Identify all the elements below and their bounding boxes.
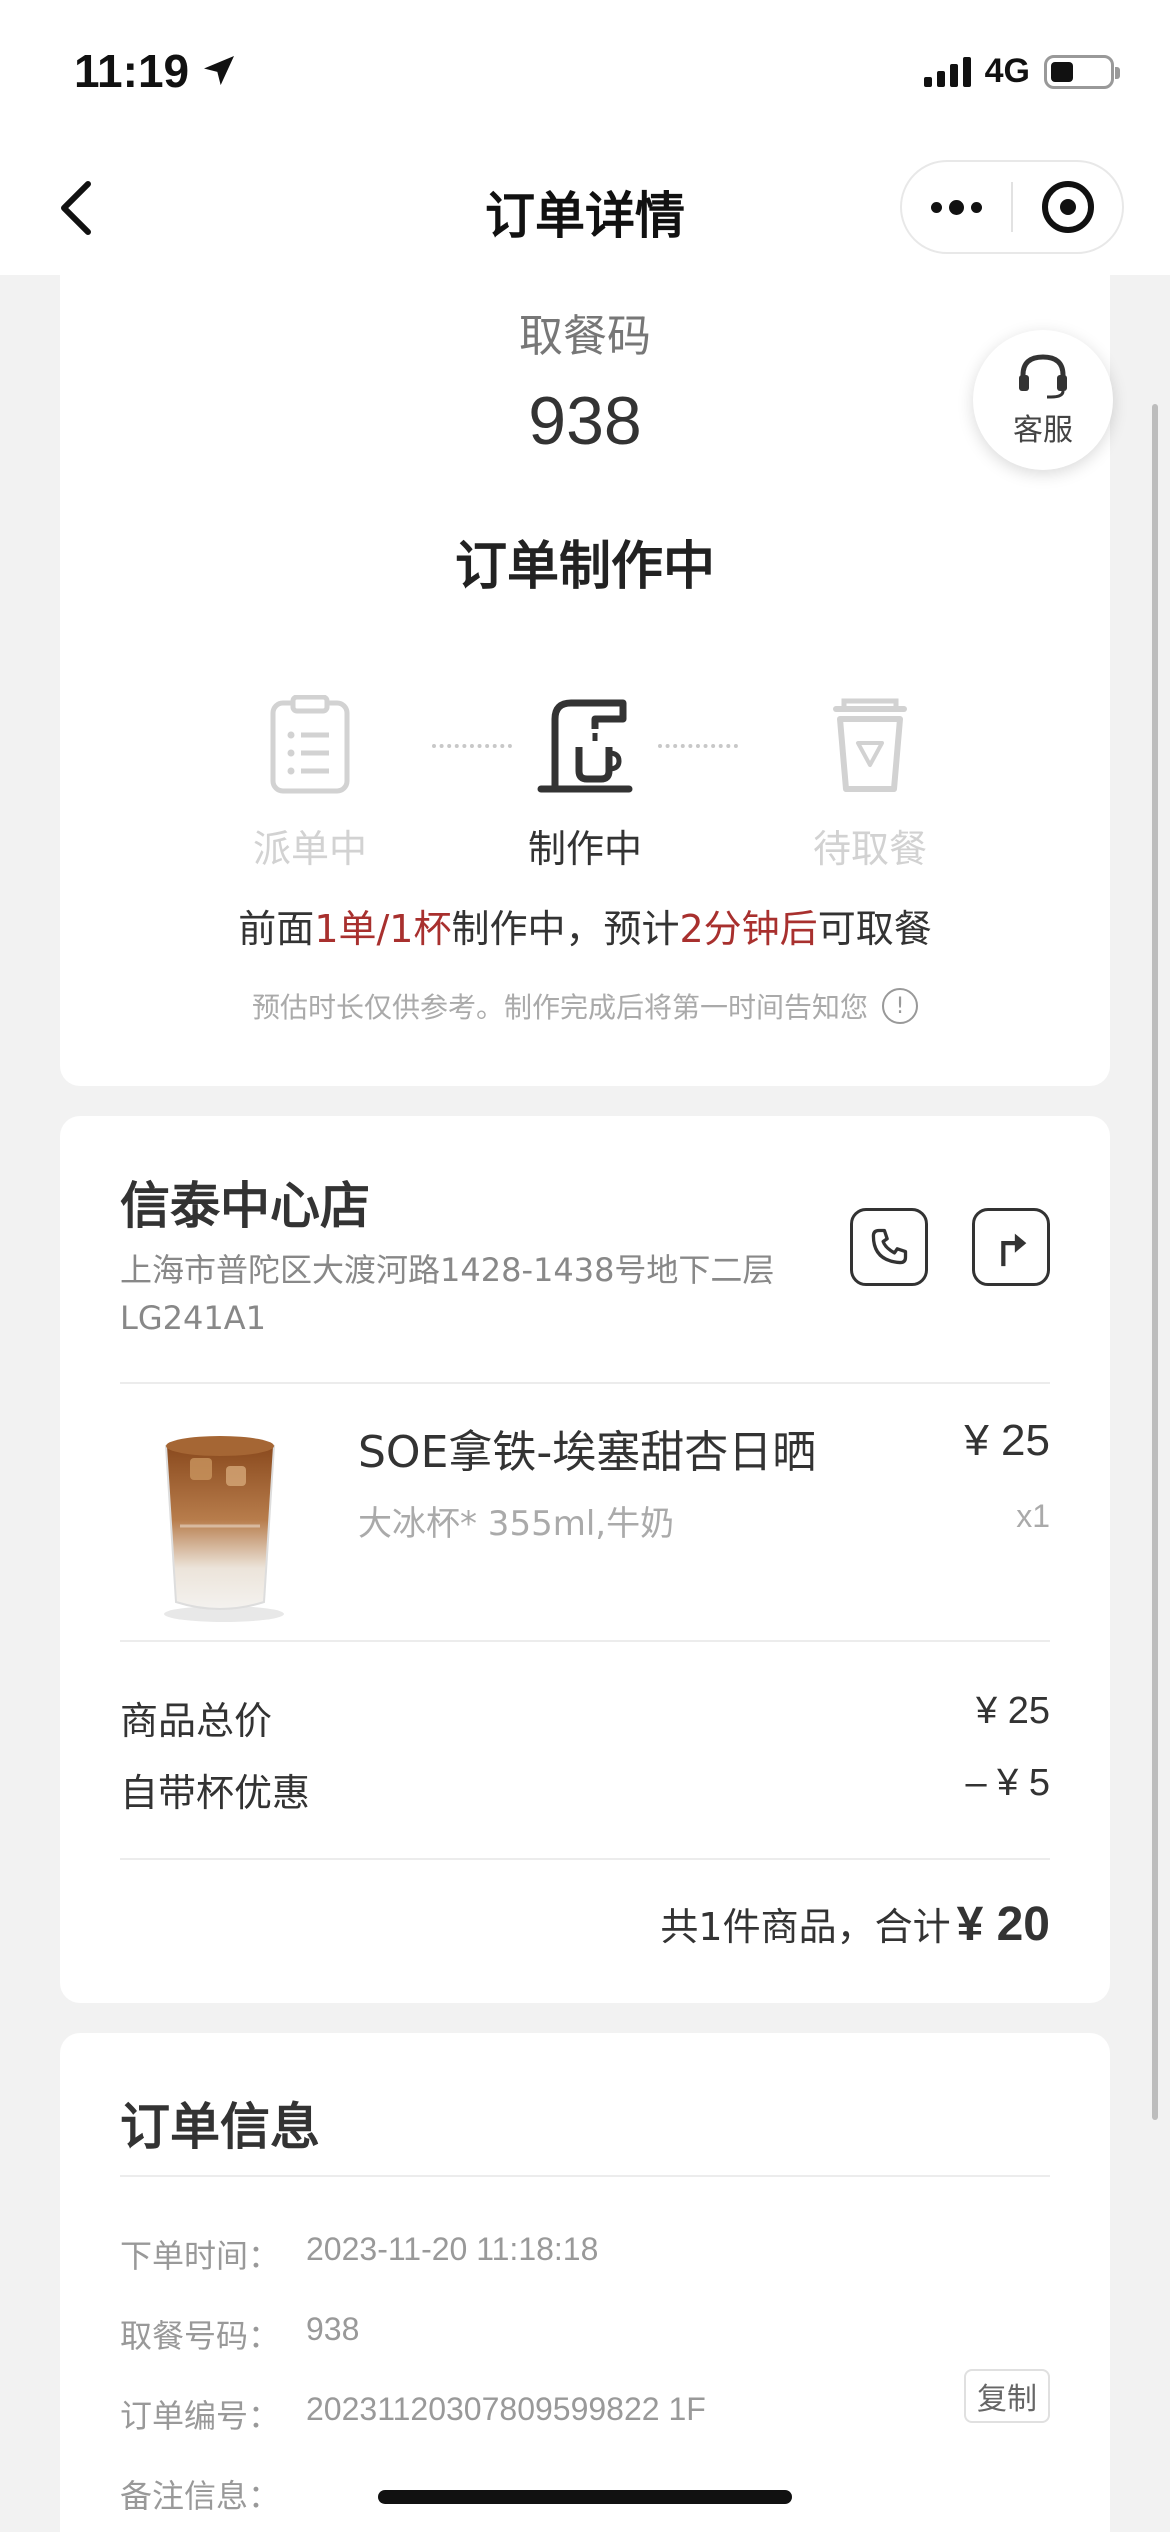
cup-icon bbox=[833, 698, 907, 792]
step-connector bbox=[658, 744, 738, 748]
store-order-card: 信泰中心店 上海市普陀区大渡河路1428-1438号地下二层LG241A1 SO… bbox=[60, 1116, 1110, 2003]
queue-suffix: 可取餐 bbox=[817, 907, 932, 951]
discount-label: 自带杯优惠 bbox=[120, 1771, 311, 1815]
queue-count: 1单/1杯 bbox=[314, 907, 452, 951]
total-prefix: 共1件商品，合计 bbox=[660, 1905, 951, 1949]
scrollbar[interactable] bbox=[1152, 404, 1158, 2120]
pickup-number-label: 取餐号码： bbox=[120, 2317, 281, 2355]
order-status-card: 取餐码 938 订单制作中 派单中 制作中 待取餐 前面1单/1杯制作中，预计2… bbox=[60, 270, 1110, 1086]
step-label: 待取餐 bbox=[812, 827, 927, 871]
status-time: 11:19 bbox=[74, 44, 239, 98]
product-price: ¥ 25 bbox=[964, 1416, 1050, 1465]
divider bbox=[120, 1382, 1050, 1384]
customer-service-button[interactable]: 客服 bbox=[973, 330, 1113, 470]
signal-icon bbox=[923, 56, 971, 87]
step-label: 派单中 bbox=[252, 827, 367, 871]
queue-mid: 制作中，预计 bbox=[451, 907, 680, 951]
location-arrow-icon bbox=[204, 56, 235, 86]
directions-icon bbox=[1001, 1233, 1027, 1267]
store-address: 上海市普陀区大渡河路1428-1438号地下二层LG241A1 bbox=[120, 1251, 775, 1337]
target-icon bbox=[1041, 181, 1094, 233]
estimate-note: 预估时长仅供参考。制作完成后将第一时间告知您 ! bbox=[60, 986, 1110, 1026]
nav-bar: 订单详情 bbox=[0, 150, 1170, 275]
miniprogram-capsule bbox=[900, 160, 1124, 254]
status-indicators: 4G bbox=[923, 52, 1120, 91]
divider bbox=[120, 2175, 1050, 2177]
pickup-number-value: 938 bbox=[306, 2311, 360, 2347]
order-status-title: 订单制作中 bbox=[454, 537, 715, 597]
divider bbox=[120, 1640, 1050, 1642]
headset-icon bbox=[1019, 354, 1067, 399]
queue-prefix: 前面 bbox=[238, 907, 315, 951]
more-icon bbox=[931, 199, 982, 215]
close-miniprogram-button[interactable] bbox=[1013, 162, 1122, 252]
call-store-button[interactable] bbox=[850, 1208, 928, 1286]
pickup-code-label: 取餐码 bbox=[519, 311, 651, 362]
step-label: 制作中 bbox=[527, 827, 642, 871]
estimate-note-text: 预估时长仅供参考。制作完成后将第一时间告知您 bbox=[251, 991, 868, 1024]
clipboard-icon bbox=[270, 695, 350, 794]
network-type: 4G bbox=[984, 52, 1030, 90]
product-image bbox=[164, 1436, 284, 1622]
order-time-label: 下单时间： bbox=[120, 2237, 281, 2275]
queue-info: 前面1单/1杯制作中，预计2分钟后可取餐 bbox=[60, 898, 1110, 953]
remarks-label: 备注信息： bbox=[120, 2477, 281, 2515]
pickup-code: 938 bbox=[528, 383, 642, 459]
divider bbox=[120, 1858, 1050, 1860]
subtotal-label: 商品总价 bbox=[120, 1699, 273, 1743]
queue-time: 2分钟后 bbox=[679, 907, 818, 951]
coffee-machine-icon bbox=[537, 699, 633, 793]
navigate-button[interactable] bbox=[972, 1208, 1050, 1286]
store-name: 信泰中心店 bbox=[120, 1177, 370, 1235]
order-info-card: 订单信息 下单时间： 2023-11-20 11:18:18 取餐号码： 938… bbox=[60, 2033, 1110, 2532]
product-quantity: x1 bbox=[1016, 1498, 1050, 1534]
more-button[interactable] bbox=[902, 162, 1011, 252]
step-making: 制作中 bbox=[475, 690, 695, 873]
product-spec: 大冰杯* 355ml,牛奶 bbox=[358, 1504, 675, 1544]
order-time-value: 2023-11-20 11:18:18 bbox=[306, 2231, 599, 2267]
order-info-title: 订单信息 bbox=[120, 2098, 320, 2156]
phone-icon bbox=[871, 1228, 908, 1265]
customer-service-label: 客服 bbox=[1013, 413, 1073, 448]
step-dispatching: 派单中 bbox=[200, 690, 420, 873]
order-total: 共1件商品，合计 ¥ 20 bbox=[660, 1896, 1050, 1952]
progress-steps: 派单中 制作中 待取餐 bbox=[60, 690, 1110, 873]
status-bar: 11:19 4G bbox=[0, 0, 1170, 150]
order-number-label: 订单编号： bbox=[120, 2397, 281, 2435]
subtotal-value: ¥ 25 bbox=[976, 1690, 1050, 1732]
info-icon[interactable]: ! bbox=[882, 988, 918, 1024]
product-name: SOE拿铁-埃塞甜杏日晒 bbox=[358, 1427, 817, 1478]
order-number-value: 20231120307809599822 1F bbox=[306, 2391, 706, 2427]
copy-order-number-button[interactable]: 复制 bbox=[964, 2369, 1050, 2423]
discount-value: – ¥ 5 bbox=[965, 1762, 1050, 1804]
total-amount: ¥ 20 bbox=[956, 1898, 1050, 1951]
step-ready: 待取餐 bbox=[760, 690, 980, 873]
status-time-text: 11:19 bbox=[74, 45, 190, 97]
home-indicator[interactable] bbox=[378, 2490, 792, 2504]
battery-icon bbox=[1044, 54, 1120, 89]
